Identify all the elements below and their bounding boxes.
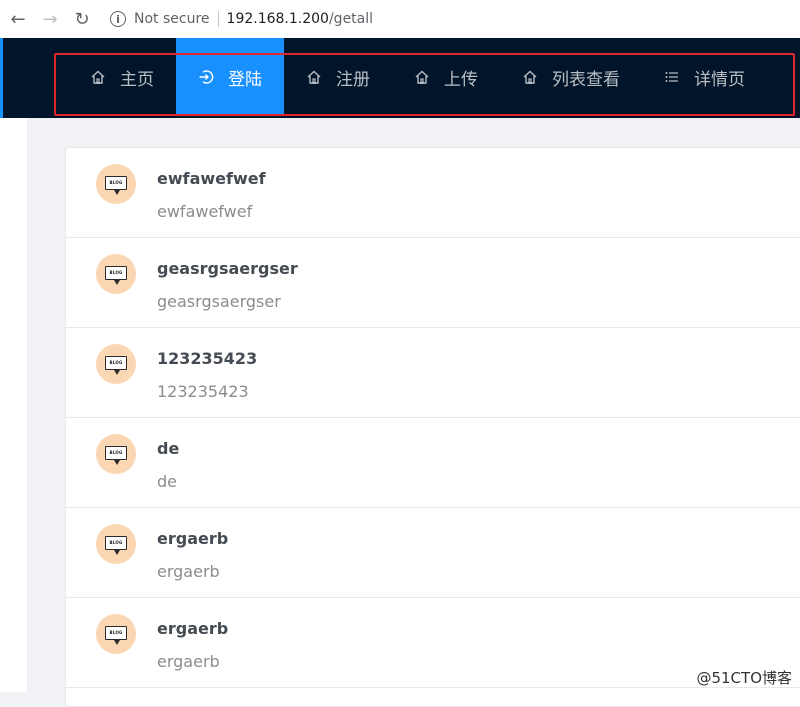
blog-bubble-icon: BLOG [105, 535, 127, 555]
item-description: de [157, 472, 177, 491]
item-title[interactable]: ergaerb [157, 619, 228, 638]
item-description: geasrgsaergser [157, 292, 281, 311]
item-description: ergaerb [157, 562, 220, 581]
browser-toolbar: ← → ↻ i Not secure 192.168.1.200 /getall [0, 0, 800, 39]
avatar-text: BLOG [109, 360, 123, 365]
item-title[interactable]: 123235423 [157, 349, 257, 368]
nav-item-login[interactable]: 登陆 [176, 38, 284, 116]
arrow-right-icon: → [42, 8, 58, 30]
security-label: Not secure [134, 11, 210, 27]
item-description: ewfawefwef [157, 202, 253, 221]
address-divider [217, 11, 219, 27]
address-bar[interactable]: i Not secure 192.168.1.200 /getall [104, 4, 484, 34]
blog-bubble-icon: BLOG [105, 355, 127, 375]
home-icon [90, 69, 106, 85]
item-title[interactable]: ergaerb [157, 529, 228, 548]
home-icon [522, 69, 538, 85]
nav-item-register[interactable]: 注册 [284, 38, 392, 116]
url-host: 192.168.1.200 [226, 11, 329, 27]
info-icon[interactable]: i [110, 11, 126, 27]
forward-button[interactable]: → [36, 5, 64, 33]
post-list: BLOG ewfawefwef ewfawefwef BLOG geasrgsa… [65, 147, 800, 707]
nav-item-label: 登陆 [228, 69, 262, 90]
list-item[interactable]: BLOG ergaerb ergaerb [66, 508, 800, 598]
nav-item-label: 主页 [120, 69, 154, 90]
nav-item-label: 详情页 [694, 69, 745, 90]
list-item[interactable]: BLOG de de [66, 418, 800, 508]
nav-item-list-view[interactable]: 列表查看 [500, 38, 642, 116]
list-item[interactable]: BLOG 123235423 123235423 [66, 328, 800, 418]
avatar: BLOG [96, 434, 136, 474]
home-icon [414, 69, 430, 85]
reload-button[interactable]: ↻ [68, 5, 96, 33]
avatar: BLOG [96, 344, 136, 384]
list-item[interactable]: BLOG ewfawefwef ewfawefwef [66, 148, 800, 238]
blog-bubble-icon: BLOG [105, 265, 127, 285]
url-path: /getall [328, 11, 374, 27]
blog-bubble-icon: BLOG [105, 625, 127, 645]
login-icon [198, 69, 214, 85]
avatar: BLOG [96, 524, 136, 564]
watermark: @51CTO博客 [696, 669, 792, 687]
nav-item-label: 列表查看 [552, 69, 620, 90]
list-icon [664, 69, 680, 85]
nav-item-label: 上传 [444, 69, 478, 90]
item-title[interactable]: geasrgsaergser [157, 259, 298, 278]
item-title[interactable]: ewfawefwef [157, 169, 266, 188]
blog-bubble-icon: BLOG [105, 175, 127, 195]
item-title[interactable]: de [157, 439, 179, 458]
avatar: BLOG [96, 164, 136, 204]
avatar-text: BLOG [109, 630, 123, 635]
avatar: BLOG [96, 254, 136, 294]
nav-item-home[interactable]: 主页 [68, 38, 176, 116]
blog-bubble-icon: BLOG [105, 445, 127, 465]
nav-item-upload[interactable]: 上传 [392, 38, 500, 116]
item-description: 123235423 [157, 382, 249, 401]
home-icon [306, 69, 322, 85]
arrow-left-icon: ← [10, 8, 26, 30]
avatar-text: BLOG [109, 450, 123, 455]
list-item[interactable]: BLOG ergaerb ergaerb [66, 598, 800, 688]
nav-menu: 主页 登陆 注册 上传 列表查看 详情页 [68, 38, 767, 116]
nav-item-detail[interactable]: 详情页 [642, 38, 767, 116]
avatar: BLOG [96, 614, 136, 654]
item-description: ergaerb [157, 652, 220, 671]
left-gutter [0, 118, 27, 692]
avatar-text: BLOG [109, 270, 123, 275]
avatar-text: BLOG [109, 180, 123, 185]
avatar-text: BLOG [109, 540, 123, 545]
reload-icon: ↻ [74, 8, 90, 30]
nav-item-label: 注册 [336, 69, 370, 90]
list-item[interactable]: BLOG geasrgsaergser geasrgsaergser [66, 238, 800, 328]
back-button[interactable]: ← [4, 5, 32, 33]
